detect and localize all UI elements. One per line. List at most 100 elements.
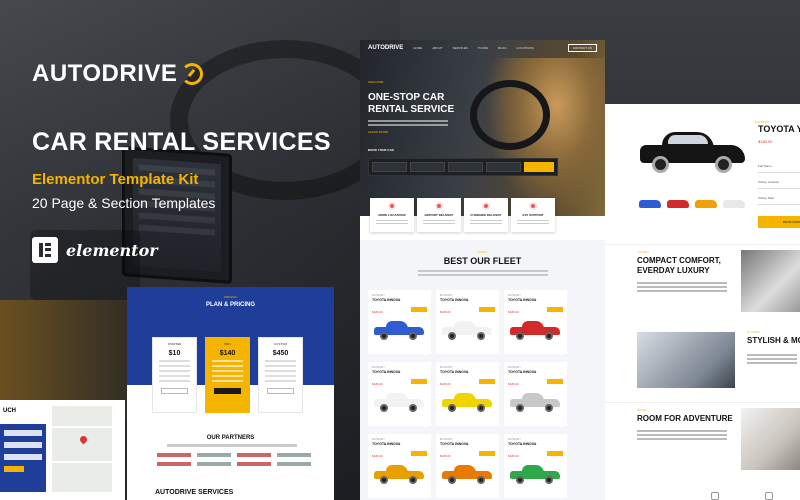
contact-button[interactable]: CONTACT US: [567, 44, 597, 52]
nav-item[interactable]: SERVICES: [453, 46, 468, 50]
booking-field[interactable]: [448, 162, 483, 172]
car-image: [442, 320, 492, 340]
fleet-text: [418, 270, 548, 272]
section-title: ROOM FOR ADVENTURE: [637, 414, 733, 423]
nav-item[interactable]: TOURS: [478, 46, 488, 50]
form-field[interactable]: [4, 442, 42, 448]
brand-name: AUTODRIVE: [32, 60, 178, 87]
site-logo[interactable]: AUTODRIVE: [368, 45, 403, 51]
plan-button[interactable]: [214, 388, 241, 394]
pricing-heading: PLAN & PRICING: [205, 302, 255, 308]
nav-item[interactable]: HOME: [413, 46, 422, 50]
plan-name: PRO: [224, 342, 231, 346]
plan-card: CUSTOM $450: [258, 337, 303, 413]
book-button[interactable]: [411, 307, 427, 312]
book-button[interactable]: [479, 379, 495, 384]
car-thumbnail[interactable]: [667, 200, 689, 208]
car-name: TOYOTA INNOVA: [508, 370, 537, 374]
car-class: ECONOMY: [372, 294, 385, 297]
car-class: ECONOMY: [440, 366, 453, 369]
car-icon: [711, 492, 719, 500]
car-card[interactable]: ECONOMY TOYOTA INNOVA $180.00: [368, 362, 431, 426]
contact-heading: UCH: [3, 408, 16, 414]
hero-title: CAR RENTAL SERVICES: [32, 128, 331, 156]
book-button[interactable]: [479, 451, 495, 456]
book-button[interactable]: [411, 379, 427, 384]
car-card[interactable]: ECONOMY TOYOTA INNOVA $180.00: [436, 434, 499, 498]
contact-preview: UCH: [0, 400, 125, 500]
booking-bar: [368, 158, 558, 176]
detail-field[interactable]: Full Name: [758, 164, 800, 173]
car-price: $180.00: [440, 454, 451, 458]
booking-field[interactable]: [486, 162, 521, 172]
section-text: [637, 430, 727, 432]
feature-card: CURBSIDE DELIVERY: [464, 198, 508, 232]
site-nav: AUTODRIVE HOME ABOUT SERVICES TOURS BLOG…: [360, 40, 605, 56]
learn-more-link[interactable]: LEARN MORE: [368, 130, 388, 134]
feature-card: AIRPORT DELIVERY: [417, 198, 461, 232]
car-grid: ECONOMY TOYOTA INNOVA $180.00 ECONOMY TOYOTA…: [368, 290, 567, 498]
car-card[interactable]: ECONOMY TOYOTA INNOVA $180.00: [504, 434, 567, 498]
plan-card: STARTER $10: [152, 337, 197, 413]
car-card[interactable]: ECONOMY TOYOTA INNOVA $180.00: [368, 290, 431, 354]
car-class: ECONOMY: [508, 438, 521, 441]
partners-heading: OUR PARTNERS: [206, 435, 255, 441]
book-button[interactable]: [479, 307, 495, 312]
car-name: TOYOTA INNOVA: [372, 442, 401, 446]
plan-card-featured: PRO $140: [205, 337, 250, 413]
hero-paragraph: [368, 120, 448, 122]
nav-item[interactable]: BLOG: [498, 46, 506, 50]
fleet-title: BEST OUR FLEET: [443, 256, 522, 266]
form-field[interactable]: [4, 454, 42, 460]
car-thumbnail[interactable]: [639, 200, 661, 208]
car-image: [510, 320, 560, 340]
feature-card: MORE LOCATIONS: [370, 198, 414, 232]
car-card[interactable]: ECONOMY TOYOTA INNOVA $180.00: [436, 290, 499, 354]
location-map[interactable]: [52, 406, 112, 492]
car-class: ECONOMY: [440, 294, 453, 297]
car-image: [442, 392, 492, 412]
color-thumbnails: [639, 200, 745, 208]
feature-label: CURBSIDE DELIVERY: [470, 213, 502, 217]
form-field[interactable]: [4, 430, 42, 436]
plan-price: $10: [168, 350, 181, 357]
site-hero-title: ONE-STOP CAR RENTAL SERVICE: [368, 92, 455, 115]
booking-field[interactable]: [410, 162, 445, 172]
detail-field[interactable]: Pickup Location: [758, 180, 800, 189]
elementor-wordmark: elementor: [66, 240, 158, 260]
book-now-button[interactable]: [524, 162, 554, 172]
car-thumbnail[interactable]: [723, 200, 745, 208]
car-price: $180.00: [440, 382, 451, 386]
plan-price: $450: [272, 350, 289, 357]
plan-button[interactable]: [267, 388, 294, 394]
detail-price: $180.00: [758, 139, 773, 144]
pricing-eyebrow: PRICING: [224, 295, 237, 299]
site-hero: AUTODRIVE HOME ABOUT SERVICES TOURS BLOG…: [360, 40, 605, 216]
detail-book-button[interactable]: BOOK NOW: [758, 216, 800, 228]
airport-icon: [435, 202, 443, 210]
fleet-section: FLEET BEST OUR FLEET ECONOMY TOYOTA INNOV…: [360, 240, 605, 500]
plan-button[interactable]: [161, 388, 188, 394]
fleet-eyebrow: FLEET: [477, 250, 488, 254]
car-card[interactable]: ECONOMY TOYOTA INNOVA $180.00: [504, 290, 567, 354]
book-button[interactable]: [411, 451, 427, 456]
book-button[interactable]: [547, 379, 563, 384]
car-card[interactable]: ECONOMY TOYOTA INNOVA $180.00: [368, 434, 431, 498]
car-detail-preview: ECONOMY TOYOTA YA $180.00 Full Name Pick…: [605, 104, 800, 500]
nav-item[interactable]: ABOUT: [432, 46, 442, 50]
car-image: [640, 129, 745, 174]
feature-label: MORE LOCATIONS: [378, 213, 406, 217]
pricing-preview: PRICING PLAN & PRICING STARTER $10 PRO $…: [127, 287, 334, 500]
support-icon: [529, 202, 537, 210]
booking-field[interactable]: [372, 162, 407, 172]
book-button[interactable]: [547, 307, 563, 312]
car-card[interactable]: ECONOMY TOYOTA INNOVA $180.00: [436, 362, 499, 426]
detail-field[interactable]: Pickup Date: [758, 196, 800, 205]
car-card[interactable]: ECONOMY TOYOTA INNOVA $180.00: [504, 362, 567, 426]
partners-text: [167, 444, 297, 447]
nav-item[interactable]: LOCATIONS: [517, 46, 534, 50]
submit-button[interactable]: [4, 466, 24, 472]
car-thumbnail[interactable]: [695, 200, 717, 208]
detail-title: TOYOTA YA: [758, 124, 800, 134]
book-button[interactable]: [547, 451, 563, 456]
